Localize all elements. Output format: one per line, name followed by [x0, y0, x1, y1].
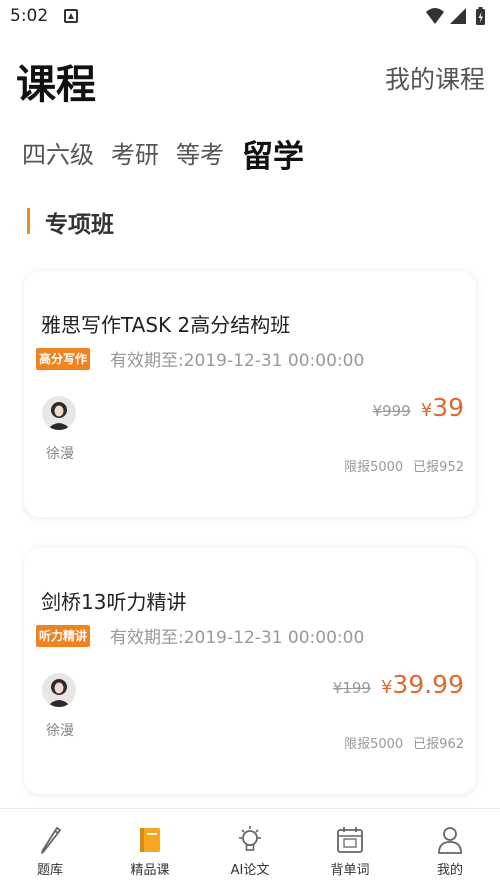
nav-item-ai-paper[interactable]: AI论文 [200, 809, 300, 888]
nav-label: 背单词 [330, 863, 370, 878]
status-bar: 5:02 [0, 0, 500, 34]
course-tag: 听力精讲 [36, 625, 91, 647]
nav-label: AI论文 [230, 863, 270, 878]
course-validity: 有效期至:2019-12-31 00:00:00 [110, 351, 365, 371]
status-time: 5:02 [10, 6, 49, 26]
teacher-name: 徐漫 [46, 723, 74, 739]
book-icon [140, 828, 160, 852]
nav-label: 题库 [36, 863, 63, 878]
course-validity: 有效期至:2019-12-31 00:00:00 [110, 628, 365, 648]
system-icons [426, 7, 485, 25]
wifi-icon [426, 8, 444, 24]
tab-ncre[interactable]: 等考 [176, 135, 224, 170]
original-price: ¥999 [372, 402, 411, 420]
price-row: ¥199 ¥ 39.99 [333, 670, 464, 699]
person-icon [438, 827, 462, 854]
section-accent-bar [27, 208, 30, 234]
pencil-icon [41, 826, 62, 854]
enroll-count: 已报962 [413, 737, 464, 752]
price-row: ¥999 ¥ 39 [373, 393, 464, 422]
page-title: 课程 [16, 62, 96, 108]
nav-item-vocabulary[interactable]: 背单词 [300, 809, 400, 888]
enroll-limit: 限报5000 [344, 460, 404, 475]
current-price: 39.99 [392, 670, 464, 699]
course-title: 雅思写作TASK 2高分结构班 [41, 313, 291, 337]
tab-study-abroad[interactable]: 留学 [242, 131, 304, 176]
price-currency: ¥ [420, 400, 433, 421]
section-title: 专项班 [45, 212, 114, 238]
course-tag: 高分写作 [36, 348, 91, 370]
course-card[interactable]: 雅思写作TASK 2高分结构班 高分写作 有效期至:2019-12-31 00:… [24, 271, 476, 517]
current-price: 39 [432, 393, 464, 422]
enrollment-info: 限报5000 已报962 [344, 733, 464, 752]
enroll-limit: 限报5000 [344, 737, 404, 752]
signal-icon [450, 8, 466, 24]
course-card[interactable]: 剑桥13听力精讲 听力精讲 有效期至:2019-12-31 00:00:00 徐… [24, 548, 476, 794]
tab-cet[interactable]: 四六级 [22, 135, 94, 170]
my-courses-link[interactable]: 我的课程 [385, 60, 485, 96]
bulb-icon [239, 826, 261, 851]
nav-label: 我的 [436, 863, 463, 878]
nav-item-profile[interactable]: 我的 [400, 809, 500, 888]
nav-item-premium-courses[interactable]: 精品课 [100, 809, 200, 888]
calendar-icon [337, 827, 363, 853]
bottom-nav: 题库 精品课 AI论文 背单词 我的 [0, 808, 500, 888]
tab-postgrad[interactable]: 考研 [111, 135, 159, 170]
price-currency: ¥ [380, 677, 393, 698]
teacher-name: 徐漫 [46, 446, 74, 462]
battery-icon [476, 7, 485, 25]
original-price: ¥199 [332, 679, 371, 697]
teacher-avatar [42, 396, 76, 430]
course-title: 剑桥13听力精讲 [41, 590, 187, 614]
nav-item-question-bank[interactable]: 题库 [0, 809, 100, 888]
teacher-avatar [42, 673, 76, 707]
enrollment-info: 限报5000 已报952 [344, 456, 464, 475]
nav-label: 精品课 [130, 863, 170, 878]
notification-icon [64, 9, 78, 23]
enroll-count: 已报952 [413, 460, 464, 475]
